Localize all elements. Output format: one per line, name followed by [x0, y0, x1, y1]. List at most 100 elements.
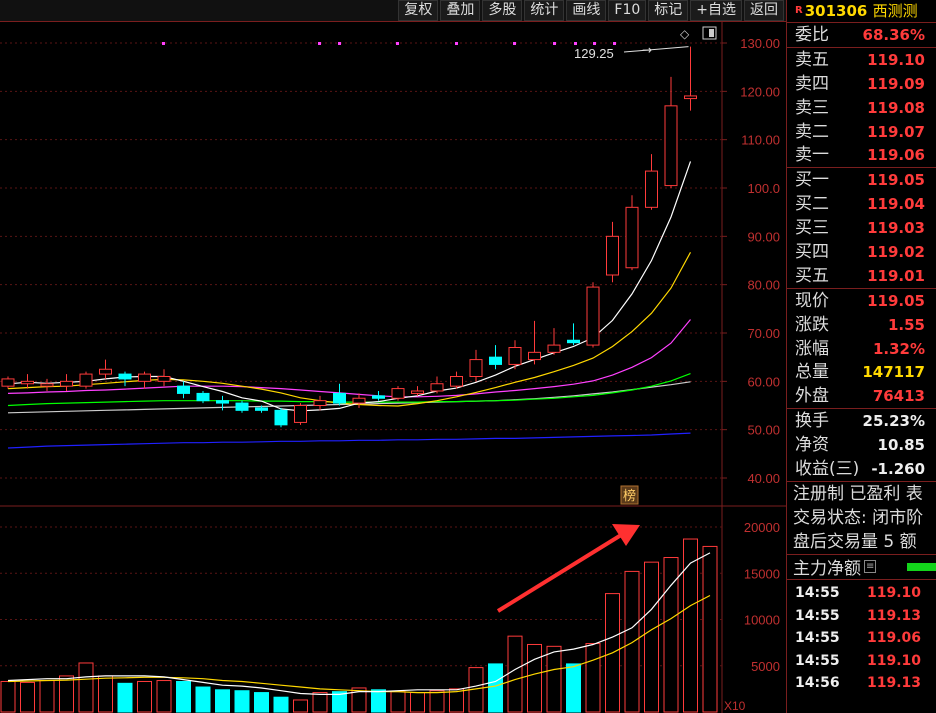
draw-line-button[interactable]: 画线 [566, 0, 607, 21]
volume-bar [215, 689, 230, 713]
main-flow-label: 主力净额 [793, 559, 861, 580]
quote-label: 涨跌 [795, 314, 829, 335]
f10-button[interactable]: F10 [608, 0, 647, 21]
dropdown-icon[interactable]: ≡ [864, 560, 877, 574]
volume-bar [312, 692, 328, 713]
sell-level-label: 卖四 [795, 73, 829, 94]
signal-marker [455, 42, 458, 45]
quote-label: 现价 [795, 290, 829, 311]
volume-bar [546, 645, 562, 713]
volume-bar [117, 682, 133, 713]
volume-bar [410, 692, 425, 713]
volume-bar [683, 538, 698, 713]
volume-bar [273, 696, 289, 713]
signal-marker [162, 42, 165, 45]
tick-row: 14:56 119.13 [787, 672, 936, 695]
sell-level-value: 119.06 [867, 146, 925, 165]
volume-bar [78, 662, 94, 713]
quote-value: 1.55 [887, 315, 925, 334]
stat-row: 收益(三) -1.260 [787, 457, 936, 481]
signal-marker [396, 42, 399, 45]
price-tick-label: 110.00 [741, 133, 780, 148]
volume-tick-label: 10000 [744, 613, 780, 628]
volume-bar [156, 680, 172, 713]
volume-bar [20, 681, 35, 713]
candle-body [177, 385, 190, 394]
candle-body [99, 368, 112, 375]
tick-price: 119.06 [867, 630, 922, 647]
tick-time: 14:55 [795, 607, 840, 624]
volume-bar [702, 545, 718, 713]
kline-chart[interactable]: 130.00 120.00 110.00 100.0 90.00 80.00 70.00 60… [0, 22, 786, 713]
quote-label: 总量 [795, 362, 829, 383]
price-axis: 130.00 120.00 110.00 100.0 90.00 80.00 70.00 60… [722, 36, 780, 486]
sell-level-row: 卖三 119.08 [787, 96, 936, 120]
main-flow-bar [907, 562, 936, 571]
quote-label: 外盘 [795, 386, 829, 407]
weibi-label: 委比 [795, 25, 829, 45]
candle-body [430, 383, 444, 392]
tick-row: 14:55 119.10 [787, 650, 936, 673]
candle-body [586, 286, 600, 346]
quote-row: 外盘 76413 [787, 384, 936, 408]
buy-level-row: 买四 119.02 [787, 240, 936, 264]
buy-level-row: 买二 119.04 [787, 192, 936, 216]
stat-row: 净资 10.85 [787, 433, 936, 457]
mark-button[interactable]: 标记 [648, 0, 689, 21]
price-tick-label: 90.00 [747, 229, 780, 244]
candle-body [528, 351, 541, 361]
multi-stock-button[interactable]: 多股 [482, 0, 523, 21]
statistics-button[interactable]: 统计 [524, 0, 565, 21]
fuquan-button[interactable]: 复权 [398, 0, 439, 21]
quote-row: 总量 147117 [787, 360, 936, 384]
buy-level-value: 119.02 [867, 243, 925, 262]
stat-label: 收益(三) [795, 459, 860, 480]
info-line-2: 交易状态: 闭市阶 [793, 507, 924, 528]
buy-level-label: 买三 [795, 218, 829, 239]
sell-level-label: 卖三 [795, 97, 829, 118]
buy-level-label: 买五 [795, 265, 829, 286]
quote-value: 1.32% [872, 339, 925, 358]
volume-tick-label: 20000 [744, 520, 780, 535]
quote-stats: 现价 119.05 涨跌 1.55 涨幅 1.32% 总量 147117 外盘 76413 [787, 289, 936, 408]
tick-time: 14:56 [795, 675, 840, 692]
volume-tick-label: 15000 [744, 566, 780, 581]
candle-body [333, 392, 346, 404]
main-flow-row[interactable]: 主力净额 ≡ [787, 553, 936, 580]
sell-level-row: 卖二 119.07 [787, 120, 936, 144]
candle-body [625, 206, 639, 269]
candle-body [606, 235, 619, 276]
candle-body [138, 373, 151, 382]
signal-marker [513, 42, 516, 45]
candle-body [489, 356, 502, 365]
candle-body [1, 378, 15, 387]
add-watchlist-button[interactable]: +自选 [690, 0, 742, 21]
buy-level-label: 买一 [795, 170, 829, 191]
quote-value: 119.05 [867, 291, 925, 310]
volume-bar [98, 675, 113, 713]
candle-body [216, 400, 229, 404]
volume-bar [0, 680, 16, 713]
volume-bar [507, 635, 523, 713]
price-tick-label: 50.00 [747, 423, 780, 438]
volume-bar [390, 691, 406, 713]
sell-level-row: 卖一 119.06 [787, 143, 936, 167]
tick-row: 14:55 119.13 [787, 605, 936, 628]
candle-body [684, 95, 697, 100]
tick-time: 14:55 [795, 584, 840, 601]
tick-list[interactable]: 14:55 119.10 14:55 119.13 14:55 119.06 14:55 11… [787, 580, 936, 695]
tick-price: 119.10 [867, 652, 922, 669]
stat-row: 换手 25.23% [787, 409, 936, 433]
stock-code: 301306 [804, 2, 868, 20]
quote-row: 涨幅 1.32% [787, 337, 936, 361]
candle-body [196, 392, 210, 402]
sell-level-label: 卖一 [795, 145, 829, 166]
volume-bar [429, 690, 445, 713]
back-button[interactable]: 返回 [744, 0, 784, 21]
volume-tick-label: 5000 [751, 659, 780, 674]
price-tick-label: 40.00 [747, 471, 780, 486]
overlay-button[interactable]: 叠加 [440, 0, 481, 21]
volume-bar [624, 570, 640, 713]
candle-body [450, 376, 463, 387]
price-tick-label: 60.00 [747, 374, 780, 389]
